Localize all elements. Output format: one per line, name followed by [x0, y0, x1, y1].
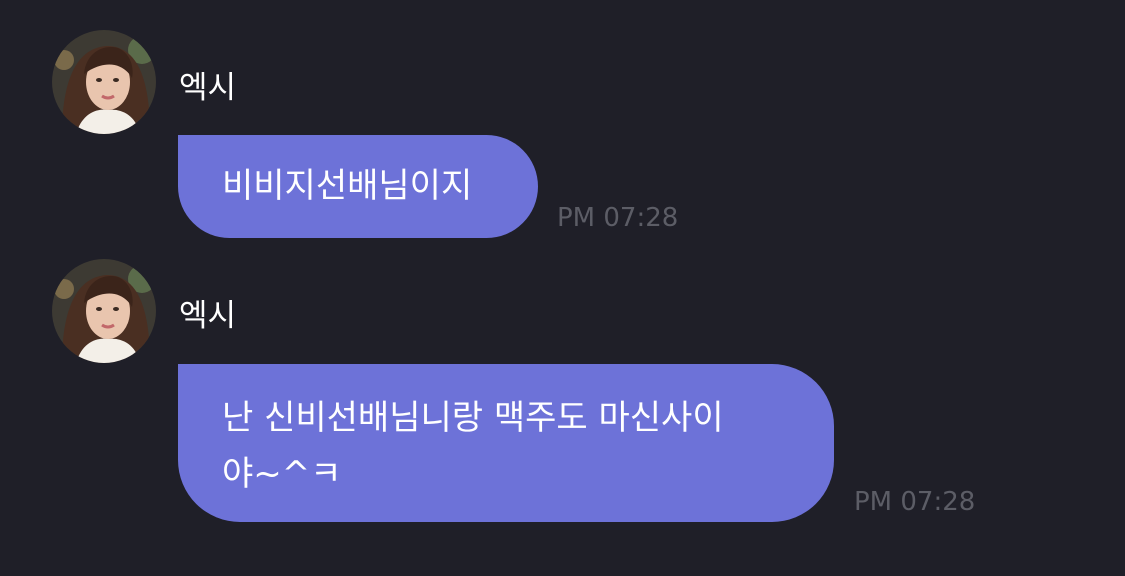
- message-text: 난 신비선배님니랑 맥주도 마신사이 야~^ㅋ: [222, 398, 724, 494]
- message-timestamp: PM 07:28: [854, 487, 976, 517]
- message-text: 비비지선배님이지: [222, 166, 473, 206]
- avatar[interactable]: [52, 259, 156, 363]
- profile-photo-icon: [52, 259, 156, 363]
- avatar[interactable]: [52, 30, 156, 134]
- profile-photo-icon: [52, 30, 156, 134]
- message-bubble[interactable]: 비비지선배님이지: [178, 135, 538, 238]
- message-bubble[interactable]: 난 신비선배님니랑 맥주도 마신사이 야~^ㅋ: [178, 364, 834, 522]
- sender-name: 엑시: [179, 70, 237, 106]
- sender-name: 엑시: [179, 298, 237, 334]
- message-timestamp: PM 07:28: [557, 203, 679, 233]
